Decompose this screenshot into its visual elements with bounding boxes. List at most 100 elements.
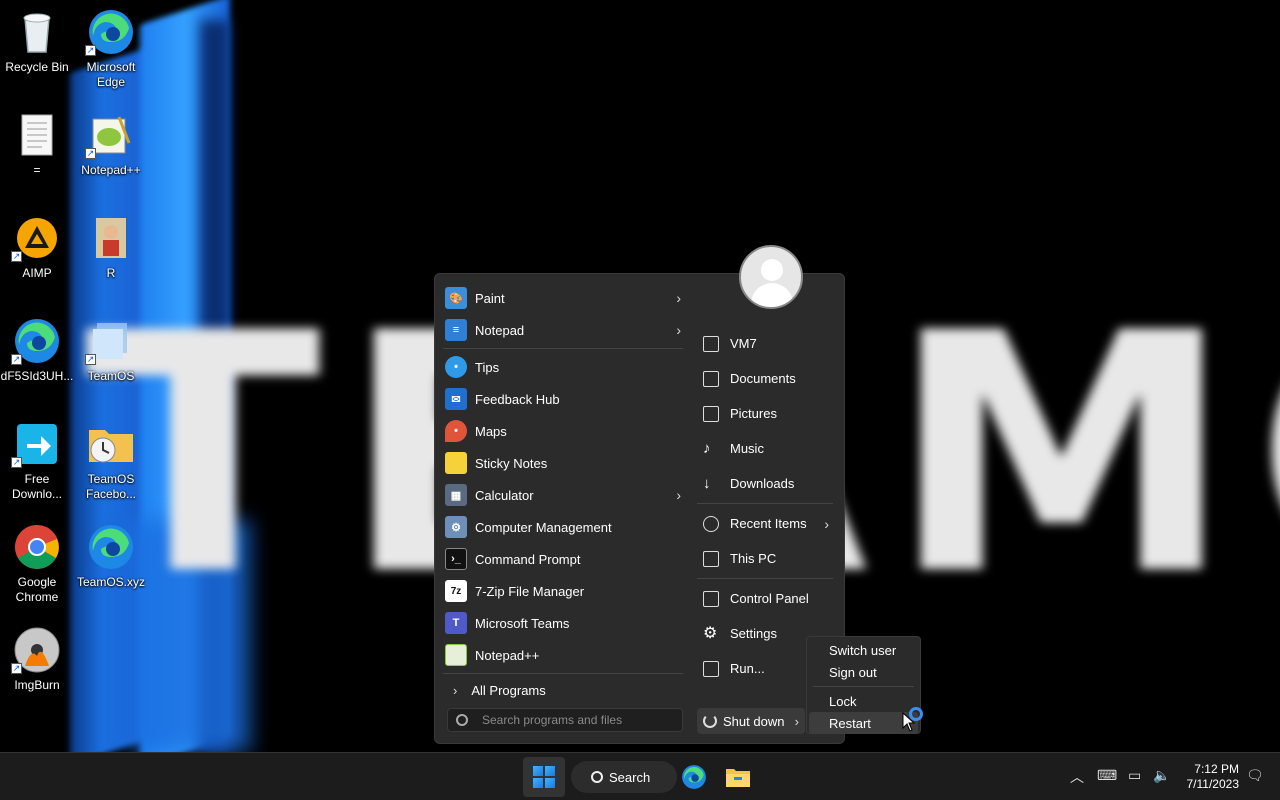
program-label: Command Prompt <box>475 551 581 567</box>
place-item-user-folder[interactable]: VM7 <box>697 326 833 361</box>
menu-item-label: Lock <box>829 693 857 709</box>
notification-icon[interactable]: 🗨 <box>1246 767 1264 784</box>
place-label: Downloads <box>730 476 795 491</box>
program-item-calculator[interactable]: ▦ Calculator › <box>443 479 683 511</box>
program-label: Calculator <box>475 487 534 503</box>
run-icon <box>703 660 719 677</box>
program-search-input[interactable]: Search programs and files <box>447 708 683 732</box>
edge-icon <box>87 523 135 571</box>
desktop-icon-r[interactable]: R <box>74 214 148 281</box>
start-button[interactable] <box>523 757 565 797</box>
program-item-notepad[interactable]: ≡ Notepad › <box>443 314 683 346</box>
desktop-icon-label: TeamOS Facebo... <box>85 472 137 501</box>
desktop-icon-imgburn[interactable]: ↗ ImgBurn <box>0 626 74 693</box>
taskbar-search-button[interactable]: Search <box>571 761 677 793</box>
search-icon <box>456 714 468 726</box>
menu-item-label: Restart <box>829 715 871 731</box>
text-file-icon <box>13 111 61 159</box>
gear-icon: ⚙ <box>703 624 718 642</box>
desktop-icon-notepadpp[interactable]: ↗ Notepad++ <box>74 111 148 178</box>
recycle-bin-icon <box>13 8 61 56</box>
desktop-icon-recycle-bin[interactable]: Recycle Bin <box>0 8 74 75</box>
divider <box>697 578 833 579</box>
place-item-downloads[interactable]: ↓ Downloads <box>697 466 833 501</box>
program-item-paint[interactable]: 🎨 Paint › <box>443 282 683 314</box>
program-label: Maps <box>475 423 507 439</box>
program-item-tips[interactable]: • Tips <box>443 351 683 383</box>
menu-item-sign-out[interactable]: Sign out <box>807 661 920 683</box>
divider <box>813 686 914 687</box>
user-avatar[interactable] <box>739 245 803 309</box>
clock-date: 7/11/2023 <box>1186 777 1240 791</box>
divider <box>697 503 833 504</box>
power-icon <box>703 714 717 728</box>
place-item-this-pc[interactable]: This PC <box>697 541 833 576</box>
command-prompt-icon: ›_ <box>445 548 467 570</box>
maps-icon: • <box>445 420 467 442</box>
network-icon[interactable]: ▭ <box>1128 767 1141 784</box>
place-label: Documents <box>730 371 796 386</box>
this-pc-icon <box>703 550 719 567</box>
program-item-feedback-hub[interactable]: ✉ Feedback Hub <box>443 383 683 415</box>
mouse-cursor-icon <box>902 712 916 732</box>
places-list: VM7 Documents Pictures ♪ Music ↓ Downloa… <box>697 326 833 686</box>
menu-item-label: Sign out <box>829 664 877 680</box>
aimp-icon: ↗ <box>11 214 61 262</box>
place-label: Music <box>730 441 764 456</box>
desktop-icon-edge-shortcut[interactable]: ↗ dF5SId3UH... <box>0 317 74 384</box>
desktop-icon-text-file[interactable]: = <box>0 111 74 178</box>
desktop-icon-label: Notepad++ <box>81 163 141 177</box>
program-item-computer-management[interactable]: ⚙ Computer Management <box>443 511 683 543</box>
desktop-icon-label: Recycle Bin <box>5 60 69 74</box>
desktop-icon-microsoft-edge[interactable]: ↗ Microsoft Edge <box>74 8 148 90</box>
taskbar-file-explorer-button[interactable] <box>722 761 754 793</box>
place-label: Recent Items <box>730 516 807 531</box>
desktop-icon-aimp[interactable]: ↗ AIMP <box>0 214 74 281</box>
desktop-icon-teamos-facebook[interactable]: TeamOS Facebo... <box>74 420 148 502</box>
edge-icon: ↗ <box>11 317 61 365</box>
control-panel-icon <box>703 590 719 607</box>
recent-items-icon <box>703 515 719 532</box>
desktop-icon-teamos[interactable]: ↗ TeamOS <box>74 317 148 384</box>
volume-icon[interactable]: 🔈 <box>1153 767 1170 784</box>
place-item-recent-items[interactable]: Recent Items › <box>697 506 833 541</box>
program-item-maps[interactable]: • Maps <box>443 415 683 447</box>
program-label: 7-Zip File Manager <box>475 583 585 599</box>
program-item-command-prompt[interactable]: ›_ Command Prompt <box>443 543 683 575</box>
search-icon <box>591 771 603 783</box>
place-item-pictures[interactable]: Pictures <box>697 396 833 431</box>
shutdown-button[interactable]: Shut down › <box>697 708 805 734</box>
desktop-icon-free-download[interactable]: ↗ Free Downlo... <box>0 420 74 502</box>
paint-icon: 🎨 <box>445 287 467 309</box>
program-item-7zip[interactable]: 7z 7-Zip File Manager <box>443 575 683 607</box>
place-item-music[interactable]: ♪ Music <box>697 431 833 466</box>
chevron-up-icon[interactable]: ︿ <box>1070 767 1084 787</box>
notepadpp-icon <box>445 644 467 666</box>
desktop-icon-label: AIMP <box>22 266 52 280</box>
program-item-notepadpp[interactable]: Notepad++ <box>443 639 683 671</box>
calculator-icon: ▦ <box>445 484 467 506</box>
desktop-icon-label: Google Chrome <box>15 575 59 604</box>
notepadpp-icon: ↗ <box>85 111 135 159</box>
place-item-documents[interactable]: Documents <box>697 361 833 396</box>
chevron-right-icon[interactable]: › <box>795 714 799 729</box>
keyboard-icon[interactable]: ⌨ <box>1097 767 1117 784</box>
desktop-icon-teamos-xyz[interactable]: TeamOS.xyz <box>74 523 148 590</box>
program-item-microsoft-teams[interactable]: T Microsoft Teams <box>443 607 683 639</box>
tips-icon: • <box>445 356 467 378</box>
all-programs-label: All Programs <box>471 682 546 698</box>
desktop-icon-label: TeamOS <box>87 369 135 383</box>
all-programs-button[interactable]: › All Programs <box>443 676 683 704</box>
taskbar-edge-button[interactable] <box>678 761 710 793</box>
program-label: Microsoft Teams <box>475 615 570 631</box>
menu-item-label: Switch user <box>829 642 897 658</box>
taskbar: Search ︿ ⌨ ▭ 🔈 7:12 PM 7/11/2023 🗨 <box>0 752 1280 800</box>
notepad-icon: ≡ <box>445 319 467 341</box>
menu-item-lock[interactable]: Lock <box>807 690 920 712</box>
program-item-sticky-notes[interactable]: Sticky Notes <box>443 447 683 479</box>
place-item-control-panel[interactable]: Control Panel <box>697 581 833 616</box>
clock[interactable]: 7:12 PM 7/11/2023 <box>1183 762 1240 792</box>
desktop-icon-label: TeamOS.xyz <box>76 575 145 589</box>
desktop-icon-google-chrome[interactable]: Google Chrome <box>0 523 74 605</box>
menu-item-switch-user[interactable]: Switch user <box>807 639 920 661</box>
